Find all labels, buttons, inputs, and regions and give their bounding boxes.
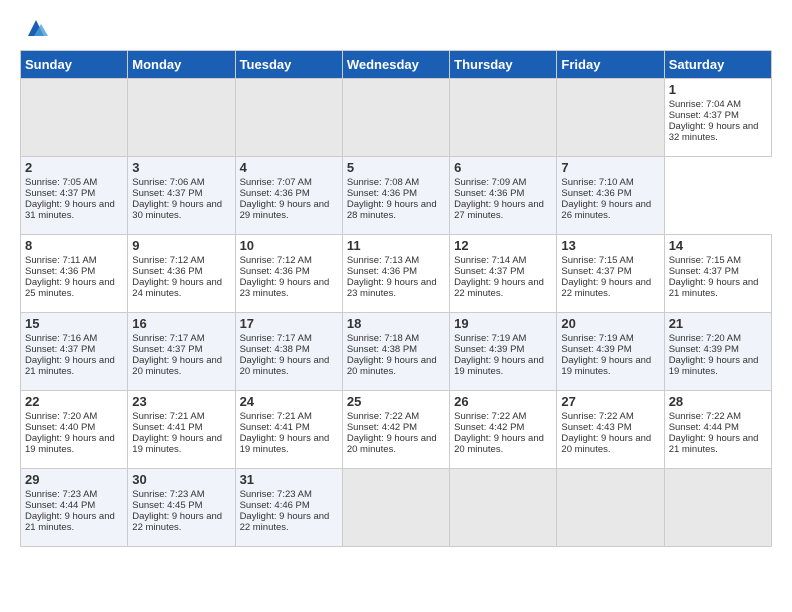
day-number: 11	[347, 238, 445, 253]
day-cell-6: 6Sunrise: 7:09 AMSunset: 4:36 PMDaylight…	[450, 157, 557, 235]
empty-cell	[342, 469, 449, 547]
day-cell-17: 17Sunrise: 7:17 AMSunset: 4:38 PMDayligh…	[235, 313, 342, 391]
header	[20, 16, 772, 40]
day-number: 27	[561, 394, 659, 409]
day-number: 18	[347, 316, 445, 331]
day-number: 24	[240, 394, 338, 409]
empty-cell	[128, 79, 235, 157]
day-cell-29: 29Sunrise: 7:23 AMSunset: 4:44 PMDayligh…	[21, 469, 128, 547]
day-cell-15: 15Sunrise: 7:16 AMSunset: 4:37 PMDayligh…	[21, 313, 128, 391]
week-row-4: 22Sunrise: 7:20 AMSunset: 4:40 PMDayligh…	[21, 391, 772, 469]
day-number: 29	[25, 472, 123, 487]
day-number: 8	[25, 238, 123, 253]
day-cell-3: 3Sunrise: 7:06 AMSunset: 4:37 PMDaylight…	[128, 157, 235, 235]
day-header-sunday: Sunday	[21, 51, 128, 79]
day-number: 6	[454, 160, 552, 175]
empty-cell	[21, 79, 128, 157]
header-row: SundayMondayTuesdayWednesdayThursdayFrid…	[21, 51, 772, 79]
day-cell-27: 27Sunrise: 7:22 AMSunset: 4:43 PMDayligh…	[557, 391, 664, 469]
day-number: 28	[669, 394, 767, 409]
day-cell-18: 18Sunrise: 7:18 AMSunset: 4:38 PMDayligh…	[342, 313, 449, 391]
empty-cell	[557, 469, 664, 547]
week-row-5: 29Sunrise: 7:23 AMSunset: 4:44 PMDayligh…	[21, 469, 772, 547]
day-number: 2	[25, 160, 123, 175]
week-row-3: 15Sunrise: 7:16 AMSunset: 4:37 PMDayligh…	[21, 313, 772, 391]
day-number: 14	[669, 238, 767, 253]
day-cell-14: 14Sunrise: 7:15 AMSunset: 4:37 PMDayligh…	[664, 235, 771, 313]
empty-cell	[450, 469, 557, 547]
day-header-monday: Monday	[128, 51, 235, 79]
day-number: 16	[132, 316, 230, 331]
day-number: 23	[132, 394, 230, 409]
day-cell-12: 12Sunrise: 7:14 AMSunset: 4:37 PMDayligh…	[450, 235, 557, 313]
day-number: 13	[561, 238, 659, 253]
day-cell-1: 1Sunrise: 7:04 AMSunset: 4:37 PMDaylight…	[664, 79, 771, 157]
day-number: 4	[240, 160, 338, 175]
day-header-friday: Friday	[557, 51, 664, 79]
day-number: 5	[347, 160, 445, 175]
day-cell-31: 31Sunrise: 7:23 AMSunset: 4:46 PMDayligh…	[235, 469, 342, 547]
day-number: 12	[454, 238, 552, 253]
calendar-table: SundayMondayTuesdayWednesdayThursdayFrid…	[20, 50, 772, 547]
day-number: 15	[25, 316, 123, 331]
day-cell-4: 4Sunrise: 7:07 AMSunset: 4:36 PMDaylight…	[235, 157, 342, 235]
day-number: 26	[454, 394, 552, 409]
empty-cell	[450, 79, 557, 157]
day-cell-28: 28Sunrise: 7:22 AMSunset: 4:44 PMDayligh…	[664, 391, 771, 469]
day-cell-9: 9Sunrise: 7:12 AMSunset: 4:36 PMDaylight…	[128, 235, 235, 313]
day-cell-21: 21Sunrise: 7:20 AMSunset: 4:39 PMDayligh…	[664, 313, 771, 391]
day-cell-11: 11Sunrise: 7:13 AMSunset: 4:36 PMDayligh…	[342, 235, 449, 313]
empty-cell	[664, 469, 771, 547]
day-cell-10: 10Sunrise: 7:12 AMSunset: 4:36 PMDayligh…	[235, 235, 342, 313]
day-cell-23: 23Sunrise: 7:21 AMSunset: 4:41 PMDayligh…	[128, 391, 235, 469]
day-number: 31	[240, 472, 338, 487]
day-cell-8: 8Sunrise: 7:11 AMSunset: 4:36 PMDaylight…	[21, 235, 128, 313]
day-cell-16: 16Sunrise: 7:17 AMSunset: 4:37 PMDayligh…	[128, 313, 235, 391]
day-cell-24: 24Sunrise: 7:21 AMSunset: 4:41 PMDayligh…	[235, 391, 342, 469]
day-cell-22: 22Sunrise: 7:20 AMSunset: 4:40 PMDayligh…	[21, 391, 128, 469]
day-number: 30	[132, 472, 230, 487]
page: SundayMondayTuesdayWednesdayThursdayFrid…	[0, 0, 792, 612]
logo	[20, 16, 48, 40]
day-cell-7: 7Sunrise: 7:10 AMSunset: 4:36 PMDaylight…	[557, 157, 664, 235]
day-number: 20	[561, 316, 659, 331]
day-header-tuesday: Tuesday	[235, 51, 342, 79]
week-row-2: 8Sunrise: 7:11 AMSunset: 4:36 PMDaylight…	[21, 235, 772, 313]
empty-cell	[557, 79, 664, 157]
day-number: 25	[347, 394, 445, 409]
day-number: 9	[132, 238, 230, 253]
day-number: 1	[669, 82, 767, 97]
day-header-wednesday: Wednesday	[342, 51, 449, 79]
week-row-0: 1Sunrise: 7:04 AMSunset: 4:37 PMDaylight…	[21, 79, 772, 157]
day-cell-19: 19Sunrise: 7:19 AMSunset: 4:39 PMDayligh…	[450, 313, 557, 391]
day-cell-13: 13Sunrise: 7:15 AMSunset: 4:37 PMDayligh…	[557, 235, 664, 313]
empty-cell	[342, 79, 449, 157]
day-cell-20: 20Sunrise: 7:19 AMSunset: 4:39 PMDayligh…	[557, 313, 664, 391]
day-cell-30: 30Sunrise: 7:23 AMSunset: 4:45 PMDayligh…	[128, 469, 235, 547]
day-cell-26: 26Sunrise: 7:22 AMSunset: 4:42 PMDayligh…	[450, 391, 557, 469]
day-header-thursday: Thursday	[450, 51, 557, 79]
logo-icon	[24, 16, 48, 40]
day-header-saturday: Saturday	[664, 51, 771, 79]
day-cell-2: 2Sunrise: 7:05 AMSunset: 4:37 PMDaylight…	[21, 157, 128, 235]
day-number: 21	[669, 316, 767, 331]
day-number: 10	[240, 238, 338, 253]
week-row-1: 2Sunrise: 7:05 AMSunset: 4:37 PMDaylight…	[21, 157, 772, 235]
empty-cell	[235, 79, 342, 157]
day-cell-5: 5Sunrise: 7:08 AMSunset: 4:36 PMDaylight…	[342, 157, 449, 235]
day-number: 7	[561, 160, 659, 175]
day-number: 22	[25, 394, 123, 409]
day-number: 17	[240, 316, 338, 331]
day-number: 19	[454, 316, 552, 331]
day-cell-25: 25Sunrise: 7:22 AMSunset: 4:42 PMDayligh…	[342, 391, 449, 469]
day-number: 3	[132, 160, 230, 175]
